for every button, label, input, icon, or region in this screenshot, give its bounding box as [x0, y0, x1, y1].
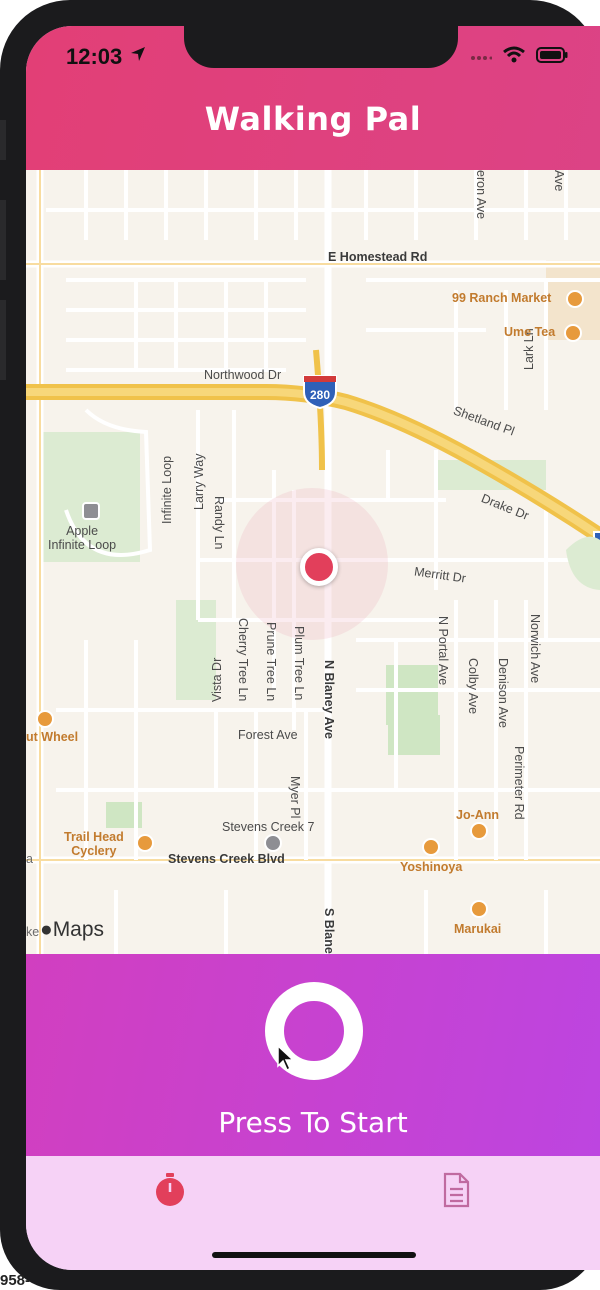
road-label: Vista Dr [210, 657, 224, 702]
poi-label[interactable]: Jo-Ann [456, 808, 499, 822]
bag-icon[interactable] [470, 822, 488, 840]
notch [184, 26, 458, 68]
road-label: Northwood Dr [204, 368, 282, 382]
bicycle-icon[interactable] [136, 834, 154, 852]
apple-logo-icon: ● [40, 918, 53, 941]
road-label: Stevens Creek Blvd [168, 852, 285, 866]
road-label: Perimeter Rd [512, 746, 526, 820]
road-label: E Homestead Rd [328, 250, 428, 264]
start-label: Press To Start [218, 1106, 408, 1139]
location-arrow-icon [131, 47, 145, 61]
tab-stopwatch[interactable] [150, 1170, 190, 1210]
side-button [0, 200, 6, 280]
edge-label: a [26, 852, 33, 866]
stopwatch-icon [156, 1173, 184, 1206]
status-icons [470, 46, 568, 64]
interstate-number: 280 [310, 388, 330, 402]
poi-label[interactable]: Trail Head Cyclery [64, 830, 124, 858]
tab-history[interactable] [436, 1170, 476, 1210]
road-label: N Portal Ave [436, 616, 450, 686]
battery-icon [536, 47, 568, 63]
poi-label[interactable]: 99 Ranch Market [452, 291, 551, 305]
status-time: 12:03 [66, 44, 123, 69]
screen: 12:03 Walking Pal 280 E Homestead Rd Nor… [26, 26, 600, 1270]
road-label: Forest Ave [238, 728, 298, 742]
road-label: Cherry Tree Ln [236, 618, 250, 702]
apple-icon[interactable] [82, 502, 100, 520]
road-label: Norwich Ave [528, 614, 542, 684]
cellular-icon [471, 56, 492, 60]
user-location-dot [300, 548, 338, 586]
cart-icon[interactable] [566, 290, 584, 308]
app-header: 12:03 Walking Pal [26, 26, 600, 170]
road-label: Randy Ln [212, 496, 226, 550]
corner-text: 958- [0, 1272, 31, 1289]
poi-label[interactable]: Ume Tea [504, 325, 555, 339]
poi-label[interactable]: Apple Infinite Loop [48, 524, 116, 552]
maps-attribution-label: Maps [52, 918, 105, 941]
cup-icon[interactable] [564, 324, 582, 342]
home-indicator[interactable] [212, 1252, 416, 1258]
road-label: S Blaney [322, 908, 336, 954]
road-label: Prune Tree Ln [264, 622, 278, 702]
road-label: Denison Ave [496, 658, 510, 728]
poi-label[interactable]: Yoshinoya [400, 860, 462, 874]
wifi-icon [503, 46, 525, 63]
road-label: Infinite Loop [160, 455, 174, 524]
side-button [0, 300, 6, 380]
donut-icon[interactable] [36, 710, 54, 728]
poi-label[interactable]: ut Wheel [26, 730, 78, 744]
map-view[interactable]: 280 E Homestead Rd Northwood Dr Shetland… [26, 170, 600, 954]
poi-label[interactable]: Stevens Creek 7 [222, 820, 314, 834]
mouse-cursor-icon [277, 1044, 295, 1072]
road-label: N Blaney Ave [322, 660, 336, 739]
road-label: eron Ave [474, 170, 488, 220]
phone-frame: 12:03 Walking Pal 280 E Homestead Rd Nor… [0, 0, 600, 1290]
road-label: Colby Ave [466, 658, 480, 715]
start-panel: Press To Start [26, 954, 600, 1156]
road-label: Myer Pl [288, 776, 302, 819]
edge-label: ke [26, 925, 40, 939]
app-title: Walking Pal [204, 100, 422, 138]
cart-icon[interactable] [470, 900, 488, 918]
document-icon [443, 1172, 470, 1208]
food-icon[interactable] [422, 838, 440, 856]
road-label: Plum Tree Ln [292, 626, 306, 701]
side-button [0, 120, 6, 160]
road-label: Larry Way [192, 453, 206, 511]
road-label: Ave [552, 170, 566, 192]
theater-icon[interactable] [264, 834, 282, 852]
maps-attribution[interactable]: ●Maps [40, 918, 104, 942]
poi-label[interactable]: Marukai [454, 922, 501, 936]
